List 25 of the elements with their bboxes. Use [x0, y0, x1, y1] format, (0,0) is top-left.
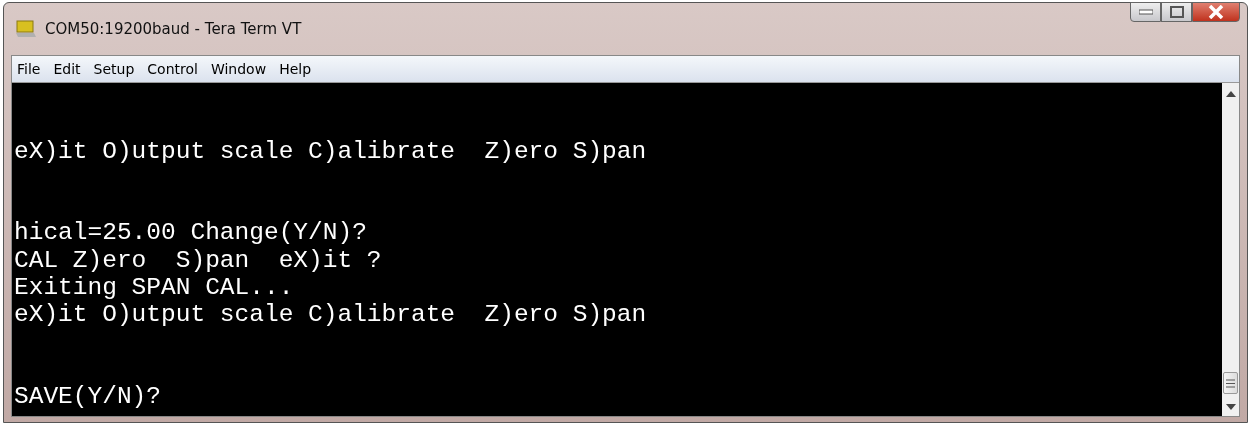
grip-icon — [1226, 378, 1235, 388]
minimize-icon — [1138, 9, 1153, 15]
terminal-line: Exiting SPAN CAL... — [14, 274, 294, 302]
terminal-app-icon — [15, 20, 37, 38]
minimize-button[interactable] — [1130, 2, 1161, 22]
maximize-icon — [1169, 6, 1184, 18]
terminal-line: hical=25.00 Change(Y/N)? — [14, 219, 367, 247]
menu-item[interactable]: Control — [147, 61, 198, 77]
maximize-button[interactable] — [1161, 2, 1192, 22]
menu-item[interactable]: File — [17, 61, 41, 77]
menu-item[interactable]: Window — [210, 61, 267, 77]
scrollbar[interactable] — [1222, 83, 1239, 416]
menu-item[interactable]: Edit — [53, 61, 81, 77]
menu-item[interactable]: Help — [279, 61, 312, 77]
terminal-line: eX)it O)utput scale C)alibrate Z)ero S)pan — [14, 301, 647, 329]
terminal-line: SAVE(Y/N)? — [14, 383, 162, 411]
menu-item[interactable]: Setup — [93, 61, 135, 77]
terminal-line: CAL Z)ero S)pan eX)it ? — [14, 246, 382, 275]
window-title: COM50:19200baud - Tera Term VT — [45, 20, 302, 38]
scroll-thumb[interactable] — [1223, 372, 1238, 394]
scroll-up-icon[interactable] — [1225, 91, 1236, 97]
close-icon — [1208, 5, 1224, 19]
close-button[interactable] — [1192, 2, 1240, 22]
terminal-line: eX)it O)utput scale C)alibrate Z)ero S)pan — [14, 137, 647, 165]
scroll-down-icon[interactable] — [1225, 404, 1236, 410]
